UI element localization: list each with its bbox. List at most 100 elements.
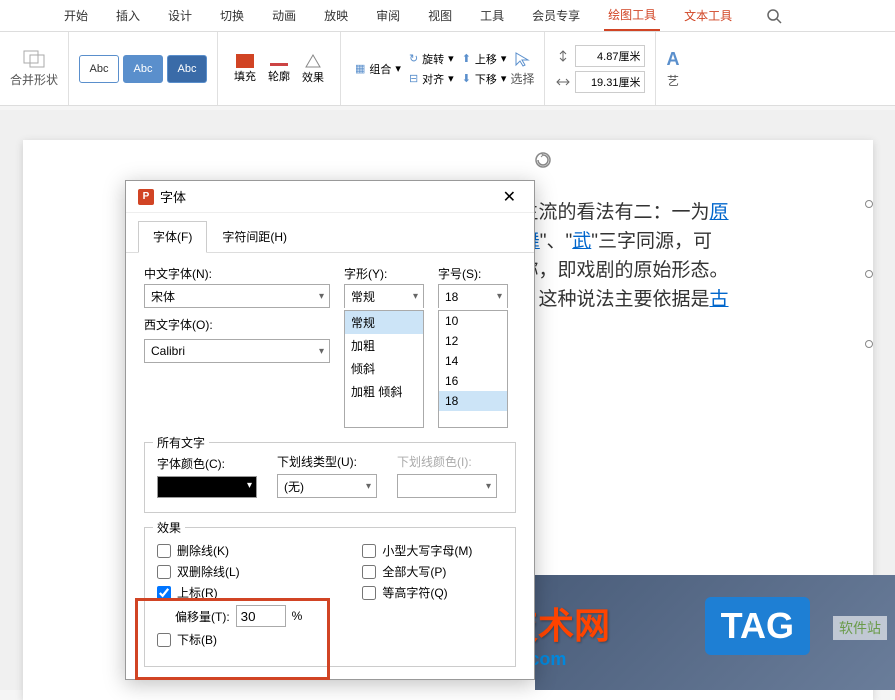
western-font-label: 西文字体(O):	[144, 316, 330, 333]
app-logo-icon: P	[138, 189, 154, 205]
size-option[interactable]: 14	[439, 351, 507, 371]
tab-text-tools[interactable]: 文本工具	[680, 1, 736, 30]
selection-handle[interactable]	[865, 340, 873, 348]
align-icon: ⊟	[409, 72, 418, 85]
underline-color-combo	[397, 474, 497, 498]
tab-insert[interactable]: 插入	[112, 1, 144, 30]
move-down-button[interactable]: ⬇下移▾	[462, 71, 507, 87]
style-option[interactable]: 加粗 倾斜	[345, 380, 423, 403]
shape-style-3[interactable]: Abc	[167, 55, 207, 83]
art-text-button[interactable]: A 艺	[666, 49, 679, 89]
font-dialog: P 字体 ✕ 字体(F) 字符间距(H) 中文字体(N): 宋体 西文字体(O)…	[125, 180, 535, 680]
font-color-picker[interactable]	[157, 476, 257, 498]
tag-badge: TAG	[705, 597, 810, 655]
art-icon: A	[666, 49, 679, 70]
shape-style-2[interactable]: Abc	[123, 55, 163, 83]
size-input[interactable]: 18	[438, 284, 508, 308]
all-text-fieldset: 所有文字 字体颜色(C): 下划线类型(U): (无) 下划线颜色(I):	[144, 442, 516, 513]
equal-height-checkbox[interactable]: 等高字符(Q)	[362, 584, 472, 601]
align-button[interactable]: ⊟对齐▾	[409, 71, 454, 87]
effects-fieldset: 效果 删除线(K) 双删除线(L) 上标(R) 偏移量(T): % 下标(B) …	[144, 527, 516, 667]
merge-shapes-button[interactable]: 合并形状	[10, 49, 58, 88]
shape-style-1[interactable]: Abc	[79, 55, 119, 83]
style-option[interactable]: 倾斜	[345, 357, 423, 380]
close-button[interactable]: ✕	[497, 187, 522, 207]
style-input[interactable]: 常规	[344, 284, 424, 308]
tab-spacing-panel[interactable]: 字符间距(H)	[207, 221, 302, 252]
outline-swatch-icon	[270, 63, 288, 66]
style-option[interactable]: 加粗	[345, 334, 423, 357]
tab-vip[interactable]: 会员专享	[528, 1, 584, 30]
subscript-checkbox[interactable]: 下标(B)	[157, 631, 302, 648]
dialog-body: 中文字体(N): 宋体 西文字体(O): Calibri 字形(Y): 常规 常…	[126, 253, 534, 679]
strikethrough-checkbox[interactable]: 删除线(K)	[157, 542, 302, 559]
western-font-combo[interactable]: Calibri	[144, 339, 330, 363]
tab-font-panel[interactable]: 字体(F)	[138, 221, 207, 253]
tab-review[interactable]: 审阅	[372, 1, 404, 30]
tab-design[interactable]: 设计	[164, 1, 196, 30]
fill-label: 填充	[234, 68, 256, 84]
style-label: 字形(Y):	[344, 265, 424, 282]
move-down-icon: ⬇	[462, 72, 471, 85]
selection-handle[interactable]	[865, 200, 873, 208]
tab-drawing-tools[interactable]: 绘图工具	[604, 0, 660, 31]
style-listbox[interactable]: 常规 加粗 倾斜 加粗 倾斜	[344, 310, 424, 428]
size-option[interactable]: 18	[439, 391, 507, 411]
height-input[interactable]	[575, 45, 645, 67]
size-option[interactable]: 16	[439, 371, 507, 391]
tab-transition[interactable]: 切换	[216, 1, 248, 30]
merge-shapes-label: 合并形状	[10, 71, 58, 88]
size-option[interactable]: 12	[439, 331, 507, 351]
selection-handle[interactable]	[865, 270, 873, 278]
fill-button[interactable]: 填充	[234, 54, 256, 84]
rotate-icon: ↻	[409, 52, 418, 65]
tab-tools[interactable]: 工具	[476, 1, 508, 30]
select-button[interactable]: 选择	[510, 50, 534, 87]
corner-label: 软件站	[833, 616, 887, 640]
effect-button[interactable]: 效果	[302, 53, 324, 85]
group-icon: ▦	[355, 62, 365, 75]
tab-start[interactable]: 开始	[60, 1, 92, 30]
tab-animation[interactable]: 动画	[268, 1, 300, 30]
size-listbox[interactable]: 10 12 14 16 18	[438, 310, 508, 428]
small-caps-checkbox[interactable]: 小型大写字母(M)	[362, 542, 472, 559]
refresh-icon[interactable]	[533, 150, 553, 170]
outline-button[interactable]: 轮廓	[268, 54, 290, 84]
style-option[interactable]: 常规	[345, 311, 423, 334]
size-option[interactable]: 10	[439, 311, 507, 331]
effect-icon	[304, 53, 322, 69]
chinese-font-label: 中文字体(N):	[144, 265, 330, 282]
all-caps-checkbox[interactable]: 全部大写(P)	[362, 563, 472, 580]
tab-view[interactable]: 视图	[424, 1, 456, 30]
toolbar: 合并形状 Abc Abc Abc 填充 轮廓 效果 ▦组合▾ ↻旋转▾ ⊟对齐▾	[0, 32, 895, 106]
double-strike-checkbox[interactable]: 双删除线(L)	[157, 563, 302, 580]
ribbon-tabs: 开始 插入 设计 切换 动画 放映 审阅 视图 工具 会员专享 绘图工具 文本工…	[0, 0, 895, 32]
superscript-checkbox[interactable]: 上标(R)	[157, 584, 302, 601]
width-icon	[555, 75, 571, 89]
dialog-tabs: 字体(F) 字符间距(H)	[126, 213, 534, 253]
size-label: 字号(S):	[438, 265, 508, 282]
group-button[interactable]: ▦组合▾	[355, 61, 401, 77]
offset-label: 偏移量(T):	[175, 608, 230, 625]
select-icon	[513, 50, 531, 68]
link-gu[interactable]: 古	[710, 289, 729, 310]
tab-present[interactable]: 放映	[320, 1, 352, 30]
offset-input[interactable]	[236, 605, 286, 627]
link-wu3[interactable]: 武	[572, 231, 591, 252]
dialog-titlebar[interactable]: P 字体 ✕	[126, 181, 534, 213]
dialog-title-text: 字体	[160, 187, 186, 206]
outline-label: 轮廓	[268, 68, 290, 84]
size-inputs	[555, 45, 645, 93]
underline-color-label: 下划线颜色(I):	[397, 453, 497, 470]
underline-type-combo[interactable]: (无)	[277, 474, 377, 498]
link-yuan[interactable]: 原	[710, 202, 729, 223]
search-icon[interactable]	[766, 8, 782, 24]
move-up-icon: ⬆	[462, 52, 471, 65]
chinese-font-combo[interactable]: 宋体	[144, 284, 330, 308]
height-icon	[555, 49, 571, 63]
width-input[interactable]	[575, 71, 645, 93]
rotate-button[interactable]: ↻旋转▾	[409, 51, 454, 67]
fill-swatch-icon	[236, 54, 254, 68]
effects-legend: 效果	[153, 519, 185, 536]
move-up-button[interactable]: ⬆上移▾	[462, 51, 507, 67]
